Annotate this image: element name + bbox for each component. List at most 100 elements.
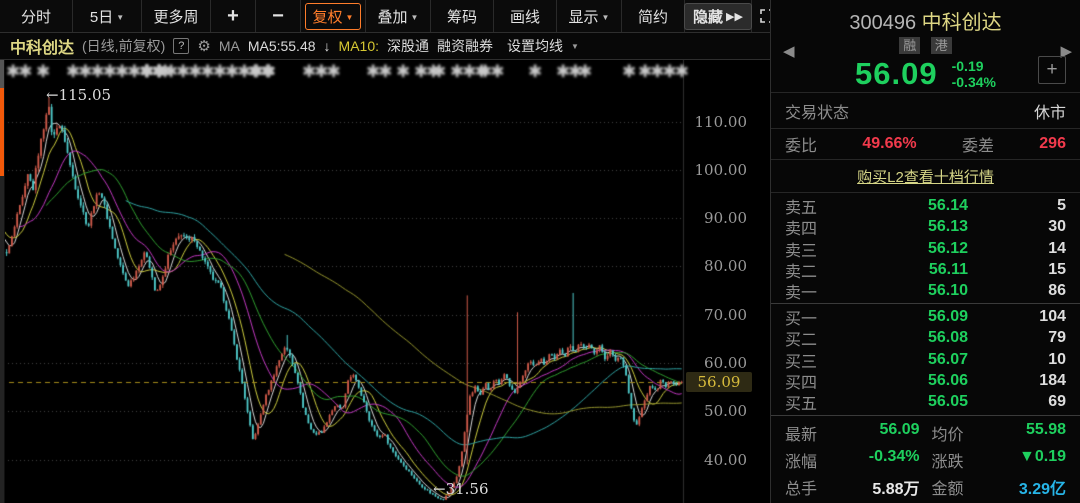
candlestick-chart[interactable]: ✱✱✱✱✱✱✱✱✱✱✱✱✱✱✱✱✱✱✱✱✱✱✱✱✱✱✱✱✱✱✱✱✱✱✱✱✱✱✱✱… [0,60,770,503]
weicha-value: 296 [1039,135,1066,153]
ask-price: 56.14 [841,197,968,215]
stat-cell: 涨跌▼0.19 [932,448,1067,472]
szhk-connect-link[interactable]: 深股通 [387,36,429,56]
chart-column: 分时5日▼更多周+−复权▼叠加▼筹码画线显示▼简约隐藏▶▶ 中科创达 (日线,前… [0,0,770,503]
quote-panel: ◀ ▶ 300496 中科创达 融 港 56.09 -0.19 -0.34% +… [770,0,1080,503]
bid-level-label: 买三 [785,348,841,372]
stock-badges: 融 港 [771,37,1080,55]
ask-level-label: 卖一 [785,279,841,303]
weibi-value: 49.66% [862,135,916,153]
ask-row[interactable]: 卖二56.1115 [771,259,1080,280]
toolbar-button-复权[interactable]: 复权▼ [301,0,366,32]
ask-level-label: 卖四 [785,215,841,239]
stat-value: -0.34% [869,448,920,472]
l2-promo-row: 购买L2查看十档行情 [771,160,1080,193]
bid-level-label: 买一 [785,305,841,329]
price-axis-tick: 60.00 [683,354,759,372]
stat-value: 56.09 [879,421,919,445]
bid-qty: 104 [1006,308,1066,326]
ask-row[interactable]: 卖三56.1214 [771,238,1080,259]
trade-status-label: 交易状态 [785,99,849,123]
stat-row: 最新56.09均价55.98 [771,419,1080,446]
bid-price: 56.06 [841,372,968,390]
price-axis-tick: 110.00 [683,113,759,131]
stat-value: 5.88万 [872,475,919,499]
ma10-legend: MA10: [339,38,379,54]
chevron-down-icon: ▼ [571,42,579,51]
add-to-watchlist-button[interactable]: + [1038,56,1066,84]
stock-name: 中科创达 [922,12,1002,34]
buy-l2-link[interactable]: 购买L2查看十档行情 [857,166,994,187]
low-annotation: ←31.56 [433,480,489,498]
bid-row[interactable]: 买四56.06184 [771,370,1080,391]
event-marker-icon: ✱ [622,62,634,82]
event-marker-icon: ✱✱ [248,62,273,82]
prev-stock-arrow-icon[interactable]: ◀ [783,42,795,60]
subtoolbar-stock-name: 中科创达 [10,34,74,58]
price-axis-tick: 50.00 [683,402,759,420]
stat-row: 涨幅-0.34%涨跌▼0.19 [771,446,1080,473]
bid-book: 买一56.09104买二56.0879买三56.07 10买四56.06184买五… [771,304,1080,416]
bid-price: 56.05 [841,393,968,411]
event-marker-icon: ✱✱ [6,62,31,82]
bid-row[interactable]: 买五56.0569 [771,392,1080,413]
chart-canvas[interactable] [0,60,770,503]
bid-row[interactable]: 买一56.09104 [771,306,1080,327]
bid-row[interactable]: 买二56.0879 [771,327,1080,348]
margin-badge: 融 [899,37,920,54]
toolbar-button-简约[interactable]: 简约 [622,0,685,32]
chart-toolbar: 分时5日▼更多周+−复权▼叠加▼筹码画线显示▼简约隐藏▶▶ [0,0,770,33]
price-axis-tick: 90.00 [683,209,759,227]
trading-app-window: 分时5日▼更多周+−复权▼叠加▼筹码画线显示▼简约隐藏▶▶ 中科创达 (日线,前… [0,0,1080,503]
toolbar-button-分时[interactable]: 分时 [0,0,73,32]
stat-cell: 总手5.88万 [785,475,920,499]
ask-row[interactable]: 卖五56.145 [771,195,1080,216]
chart-subtoolbar: 中科创达 (日线,前复权) ? ⚙ MA MA5:55.48 ↓ MA10: 深… [0,33,770,60]
high-annotation: ←115.05 [46,86,111,104]
toolbar-button-更多周[interactable]: 更多周 [142,0,211,32]
stat-value: 3.29亿 [1019,475,1066,499]
last-price: 56.09 [855,56,938,92]
trend-down-icon: ↓ [324,38,331,54]
toolbar-button-−[interactable]: − [256,0,301,32]
stat-label: 最新 [785,421,817,445]
event-marker-icon: ✱✱✱✱ [638,62,687,82]
margin-trading-link[interactable]: 融资融券 [437,36,493,56]
stock-code: 300496 [849,12,916,34]
bid-qty: 79 [1006,329,1066,347]
ma5-legend: MA5:55.48 [248,38,316,54]
toolbar-button-5日[interactable]: 5日▼ [73,0,142,32]
chart-mode-label: (日线,前复权) [82,36,165,56]
gear-icon[interactable]: ⚙ [197,37,210,55]
ask-book: 卖五56.145卖四56.1330卖三56.1214卖二56.1115卖一56.… [771,193,1080,304]
change-percent: -0.34% [952,74,996,90]
event-marker-icon: ✱ [432,62,444,82]
ask-row[interactable]: 卖四56.1330 [771,216,1080,237]
current-price-label: 56.09 [686,372,752,392]
ask-qty: 30 [1006,218,1066,236]
toolbar-button-筹码[interactable]: 筹码 [431,0,494,32]
bid-price: 56.07 [841,351,968,369]
quote-stats: 最新56.09均价55.98涨幅-0.34%涨跌▼0.19总手5.88万金额3.… [771,416,1080,503]
event-markers: ✱✱✱✱✱✱✱✱✱✱✱✱✱✱✱✱✱✱✱✱✱✱✱✱✱✱✱✱✱✱✱✱✱✱✱✱✱✱✱✱… [0,62,683,86]
hk-connect-badge: 港 [931,37,952,54]
toolbar-button-画线[interactable]: 画线 [494,0,557,32]
bid-qty: 10 [1006,351,1066,369]
toolbar-button-+[interactable]: + [211,0,256,32]
toolbar-button-隐藏[interactable]: 隐藏▶▶ [685,0,752,32]
stat-label: 金额 [932,475,964,499]
bid-row[interactable]: 买三56.07 10 [771,349,1080,370]
ask-price: 56.11 [841,261,968,279]
ask-row[interactable]: 卖一56.1086 [771,281,1080,302]
toolbar-button-显示[interactable]: 显示▼ [557,0,622,32]
help-icon[interactable]: ? [173,38,189,54]
toolbar-button-叠加[interactable]: 叠加▼ [366,0,431,32]
price-block: 56.09 -0.19 -0.34% [771,56,1080,92]
ask-price: 56.12 [841,240,968,258]
ma-settings-button[interactable]: 设置均线 [507,36,563,56]
scroll-strip-segment [0,60,4,88]
event-marker-icon: ✱ [158,62,170,82]
left-scroll-strip[interactable] [0,60,5,503]
event-marker-icon: ✱✱ [556,62,581,82]
event-marker-icon: ✱✱ [366,62,391,82]
